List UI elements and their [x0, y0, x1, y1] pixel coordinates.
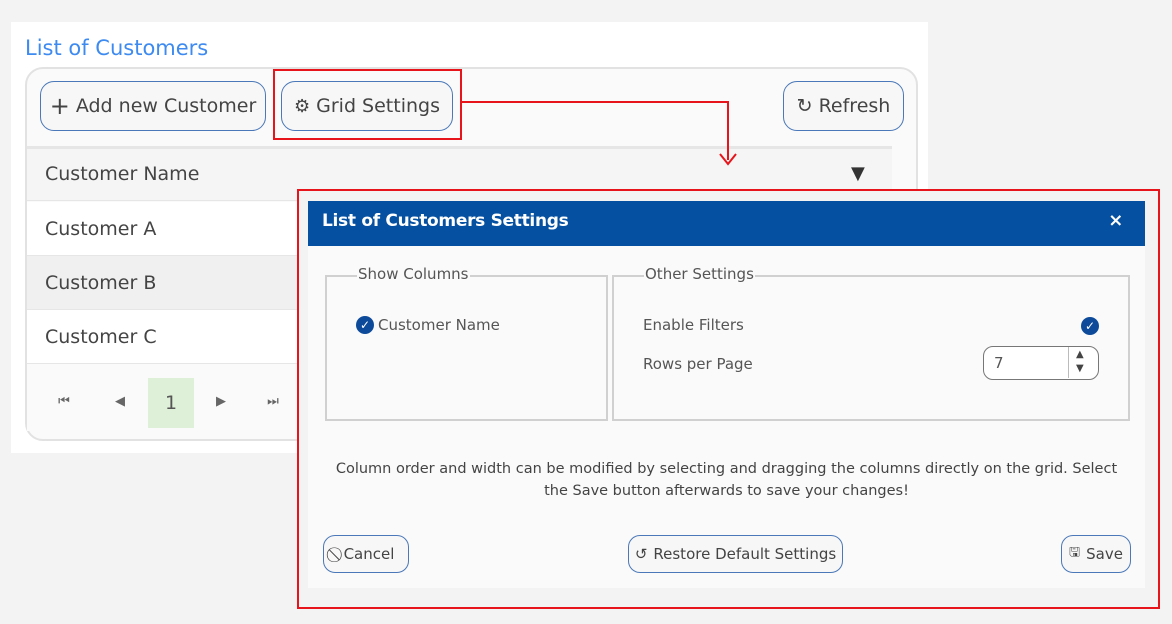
enable-filters-checkbox[interactable]: ✓ — [1081, 317, 1099, 335]
column-toggle-label: Customer Name — [378, 316, 500, 334]
help-note: Column order and width can be modified b… — [335, 461, 1118, 499]
undo-icon: ↺ — [634, 545, 648, 563]
save-label: Save — [1086, 545, 1123, 563]
dialog-header: List of Customers Settings × — [308, 201, 1145, 246]
decrement-icon[interactable]: ▼ — [1076, 363, 1084, 374]
cancel-button[interactable]: ⃠Cancel — [323, 535, 409, 573]
column-toggle-customer-name[interactable]: ✓ Customer Name — [356, 316, 500, 334]
increment-icon[interactable]: ▲ — [1076, 349, 1084, 360]
enable-filters-label: Enable Filters — [643, 316, 744, 334]
show-columns-fieldset: Show Columns ✓ Customer Name — [325, 265, 608, 421]
check-icon: ✓ — [356, 316, 374, 334]
save-icon: 🖫 — [1069, 545, 1081, 560]
show-columns-legend: Show Columns — [357, 265, 470, 283]
restore-label: Restore Default Settings — [653, 545, 837, 563]
dialog-title: List of Customers Settings — [322, 211, 569, 231]
restore-defaults-button[interactable]: ↺ Restore Default Settings — [628, 535, 843, 573]
other-settings-fieldset: Other Settings Enable Filters ✓ Rows per… — [612, 265, 1130, 421]
cancel-label: Cancel — [343, 545, 395, 563]
save-button[interactable]: 🖫 Save — [1061, 535, 1131, 573]
stepper-divider — [1068, 347, 1069, 378]
rows-per-page-label: Rows per Page — [643, 355, 753, 373]
other-settings-legend: Other Settings — [644, 265, 755, 283]
rows-per-page-stepper[interactable]: 7 ▲ ▼ — [983, 346, 1099, 380]
rows-per-page-value[interactable]: 7 — [994, 354, 1004, 372]
close-icon[interactable]: × — [1108, 210, 1123, 231]
